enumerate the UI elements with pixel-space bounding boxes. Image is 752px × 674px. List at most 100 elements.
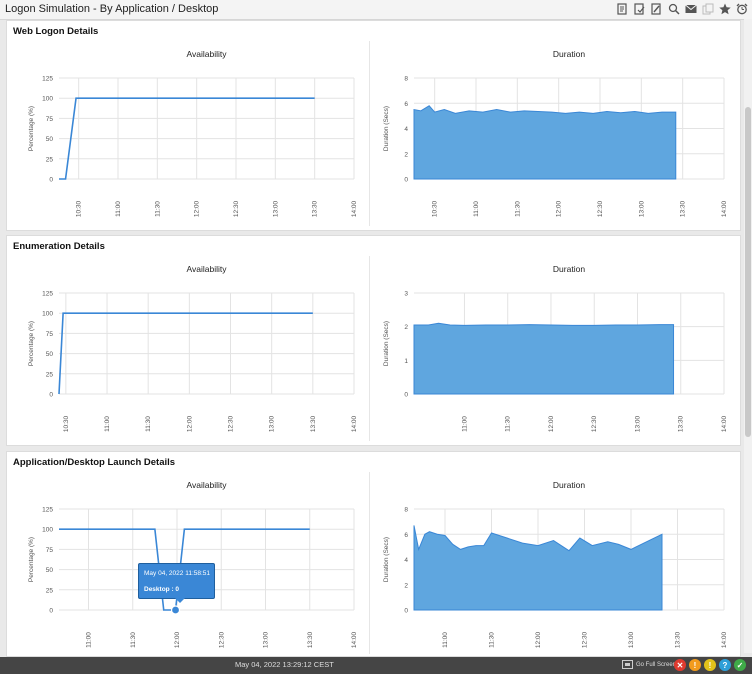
chart-svg: Availability 0 25 50 75 100 125 10:30 11:00 11:30… [28,264,358,432]
minor-alarm-icon[interactable]: ! [704,659,716,671]
y-tick-label: 4 [404,557,408,564]
x-tick-label: 13:00 [263,631,270,648]
y-tick-label: 8 [404,76,408,83]
y-tick-label: 75 [46,116,54,123]
scrollbar-thumb[interactable] [745,107,751,437]
x-tick-label: 12:00 [186,415,193,432]
y-tick-label: 125 [42,507,53,514]
y-tick-label: 125 [42,76,53,83]
status-bar: May 04, 2022 13:29:12 CEST Go Full Scree… [0,657,752,674]
y-tick-label: 100 [42,527,53,534]
chart-title: Availability [186,49,227,59]
x-tick-label: 14:00 [351,200,358,217]
y-tick-label: 25 [46,156,54,163]
enum-availability-chart: Availability 0 25 50 75 100 125 10:30 11:00 11:30… [7,236,368,445]
y-axis-label: Percentage (%) [28,321,35,366]
y-tick-label: 100 [42,311,53,318]
x-tick-label: 12:30 [218,631,225,648]
y-axis-label: Percentage (%) [28,537,35,582]
x-tick-label: 12:00 [174,631,181,648]
launch-duration-chart: Duration 0 2 4 6 8 11:00 11:30 12:00 12:30 13:00 13… [370,452,738,656]
alarm-icon[interactable] [735,2,748,15]
y-tick-label: 50 [46,136,54,143]
y-tick-label: 50 [46,351,54,358]
x-tick-label: 12:30 [233,200,240,217]
y-tick-label: 0 [49,392,53,399]
x-tick-label: 14:00 [721,415,728,432]
x-tick-label: 12:30 [591,415,598,432]
title-bar: Logon Simulation - By Application / Desk… [0,0,752,20]
chart-svg: Availability 0 25 50 75 100 125 11:00 11:30 12:00… [28,480,358,648]
x-tick-label: 13:00 [634,415,641,432]
x-tick-label: 12:30 [597,200,604,217]
x-tick-label: 11:30 [505,416,512,432]
y-tick-label: 3 [404,291,408,298]
report-icon[interactable] [616,2,629,15]
full-screen-button[interactable]: Go Full Screen [622,660,676,669]
scrollbar-track[interactable] [744,19,752,653]
copy-icon[interactable] [701,2,714,15]
x-tick-label: 13:30 [678,415,685,432]
web-duration-chart: Duration 0 2 4 6 8 10:30 11:00 11:30 12:00 12:30 13… [370,21,738,230]
x-tick-label: 11:30 [154,201,161,217]
x-tick-label: 11:30 [145,416,152,432]
y-axis-label: Percentage (%) [28,106,35,151]
chart-title: Availability [186,480,227,490]
y-tick-label: 6 [404,101,408,108]
x-tick-label: 14:00 [721,631,728,648]
y-tick-label: 50 [46,567,54,574]
window-title: Logon Simulation - By Application / Desk… [5,3,219,15]
status-timestamp: May 04, 2022 13:29:12 CEST [235,660,334,669]
star-icon[interactable] [718,2,731,15]
x-tick-label: 10:30 [63,415,70,432]
x-tick-label: 12:30 [582,631,589,648]
web-logon-panel: Web Logon Details Availability 0 25 50 75 100… [6,20,741,231]
x-tick-label: 13:30 [307,631,314,648]
y-tick-label: 125 [42,291,53,298]
x-tick-label: 13:00 [628,631,635,648]
edit-icon[interactable] [650,2,663,15]
chart-title: Duration [553,480,585,490]
y-tick-label: 6 [404,532,408,539]
x-tick-label: 11:30 [514,201,521,217]
tooltip-value: Desktop : 0 [144,586,180,593]
series-area [413,105,677,180]
critical-alarm-icon[interactable]: ✕ [674,659,686,671]
web-availability-chart: Availability 0 25 50 75 100 125 10:30 11:00 11:30… [7,21,368,230]
y-tick-label: 8 [404,507,408,514]
x-tick-label: 11:00 [473,201,480,217]
series-area [413,322,675,395]
ok-status-icon[interactable]: ✓ [734,659,746,671]
x-tick-label: 14:00 [351,415,358,432]
y-axis-label: Duration (Secs) [383,321,390,366]
help-icon[interactable]: ? [719,659,731,671]
warning-alarm-icon[interactable]: ! [689,659,701,671]
export-icon[interactable] [633,2,646,15]
y-tick-label: 100 [42,96,53,103]
y-tick-label: 0 [49,608,53,615]
x-tick-label: 13:30 [680,200,687,217]
x-tick-label: 11:00 [86,632,93,648]
chart-title: Duration [553,264,585,274]
chart-svg: Availability 0 25 50 75 100 125 10:30 11:00 11:30… [28,49,358,217]
status-indicators: ✕ ! ! ? ✓ [674,659,746,671]
x-tick-label: 14:00 [721,200,728,217]
x-tick-label: 10:30 [76,200,83,217]
full-screen-icon [622,660,633,669]
chart-tooltip: May 04, 2022 11:58:51 Desktop : 0 [138,563,215,603]
y-tick-label: 25 [46,587,54,594]
search-icon[interactable] [667,2,680,15]
toolbar [616,2,748,15]
x-tick-label: 13:30 [675,631,682,648]
x-tick-label: 14:00 [351,631,358,648]
x-tick-label: 12:00 [548,415,555,432]
enumeration-panel: Enumeration Details Availability 0 25 50 75 1… [6,235,741,446]
y-tick-label: 2 [404,151,408,158]
x-tick-label: 11:30 [489,632,496,648]
x-tick-label: 12:00 [194,200,201,217]
y-tick-label: 75 [46,547,54,554]
y-tick-label: 0 [404,177,408,184]
chart-svg: Duration 0 1 2 3 11:00 11:30 12:00 12:30 13:00 13:… [383,264,728,432]
mail-icon[interactable] [684,2,697,15]
highlight-point [170,605,181,615]
